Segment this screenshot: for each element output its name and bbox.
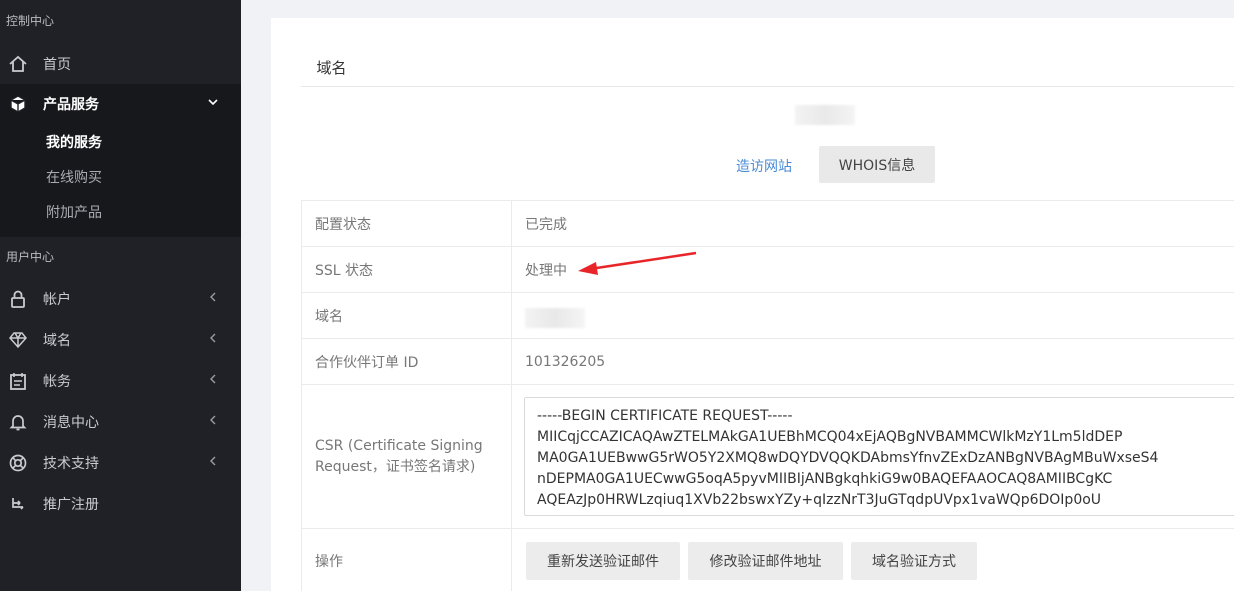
actions-label: 操作 (302, 529, 512, 591)
table-row: 合作伙伴订单 ID 101326205 (302, 339, 1234, 385)
table-row: SSL 状态 处理中 (302, 247, 1234, 293)
chevron-left-icon (210, 292, 216, 302)
calendar-icon (8, 371, 28, 391)
submenu-item-buy-online[interactable]: 在线购买 (46, 167, 102, 187)
ssl-status-label: SSL 状态 (302, 247, 512, 292)
partner-order-id-value: 101326205 (525, 353, 606, 370)
tab-domain[interactable]: 域名 (301, 57, 362, 87)
redacted-domain-title (795, 105, 855, 125)
chevron-left-icon (210, 333, 216, 343)
chevron-left-icon (210, 374, 216, 384)
resend-verification-email-button[interactable]: 重新发送验证邮件 (526, 542, 680, 580)
sidebar-item-label: 首页 (43, 57, 71, 73)
sidebar-item-label: 推广注册 (43, 497, 99, 513)
home-icon (8, 54, 28, 74)
details-table: 配置状态 已完成 SSL 状态 处理中 域名 合作伙伴订单 ID 1013262… (301, 200, 1234, 591)
table-row: 操作 重新发送验证邮件 修改验证邮件地址 域名验证方式 (302, 529, 1234, 591)
diamond-icon (8, 330, 28, 350)
table-row: 域名 (302, 293, 1234, 339)
section-title-control-center: 控制中心 (6, 14, 55, 28)
actions-value: 重新发送验证邮件 修改验证邮件地址 域名验证方式 (512, 529, 1234, 591)
sidebar-item-label: 消息中心 (43, 415, 99, 431)
tab-divider (301, 86, 1234, 87)
table-row: 配置状态 已完成 (302, 201, 1234, 247)
whois-button[interactable]: WHOIS信息 (819, 146, 935, 183)
sidebar-item-support[interactable]: 技术支持 (0, 443, 241, 483)
sidebar-item-label: 技术支持 (43, 456, 99, 472)
domain-label: 域名 (302, 293, 512, 338)
config-status-value: 已完成 (525, 216, 567, 233)
chevron-left-icon (210, 456, 216, 466)
visit-website-link[interactable]: 造访网站 (736, 156, 792, 176)
lock-icon (8, 289, 28, 309)
section-title-user-center: 用户中心 (6, 250, 55, 264)
domain-value (512, 293, 1234, 338)
cube-icon (8, 94, 28, 114)
redacted-domain-value (525, 307, 585, 328)
csr-textarea[interactable]: -----BEGIN CERTIFICATE REQUEST----- MIIC… (524, 397, 1234, 516)
submenu-item-addons[interactable]: 附加产品 (46, 202, 102, 222)
submenu-item-my-services[interactable]: 我的服务 (46, 132, 102, 152)
sidebar-item-billing[interactable]: 帐务 (0, 361, 241, 401)
sidebar: 控制中心 首页 产品服务 我的服务 在线购买 附加产品 用户中心 帐户 域名 帐… (0, 0, 241, 591)
chevron-left-icon (210, 415, 216, 425)
sidebar-item-label: 产品服务 (43, 97, 99, 113)
sidebar-item-products[interactable]: 产品服务 (0, 84, 241, 124)
red-arrow-annotation (578, 251, 697, 275)
share-icon (8, 494, 28, 514)
partner-order-id-label: 合作伙伴订单 ID (302, 339, 512, 384)
chevron-down-icon (208, 99, 218, 106)
csr-value: -----BEGIN CERTIFICATE REQUEST----- MIIC… (512, 385, 1234, 528)
sidebar-item-messages[interactable]: 消息中心 (0, 402, 241, 442)
sidebar-item-home[interactable]: 首页 (0, 44, 241, 84)
bell-icon (8, 412, 28, 432)
main-card: 域名 造访网站 WHOIS信息 配置状态 已完成 SSL 状态 处理中 域名 合… (271, 18, 1234, 591)
lifebuoy-icon (8, 453, 28, 473)
sidebar-item-label: 帐务 (43, 374, 71, 390)
domain-verification-method-button[interactable]: 域名验证方式 (851, 542, 977, 580)
table-row: CSR (Certificate Signing Request，证书签名请求)… (302, 385, 1234, 529)
csr-label: CSR (Certificate Signing Request，证书签名请求) (302, 385, 512, 528)
sidebar-item-domain[interactable]: 域名 (0, 320, 241, 360)
sidebar-item-promo[interactable]: 推广注册 (0, 484, 241, 524)
sidebar-item-label: 域名 (43, 333, 71, 349)
sidebar-item-account[interactable]: 帐户 (0, 279, 241, 319)
products-submenu: 我的服务 在线购买 附加产品 (0, 122, 241, 237)
config-status-label: 配置状态 (302, 201, 512, 246)
change-verification-email-button[interactable]: 修改验证邮件地址 (688, 542, 843, 580)
sidebar-item-label: 帐户 (43, 292, 71, 308)
